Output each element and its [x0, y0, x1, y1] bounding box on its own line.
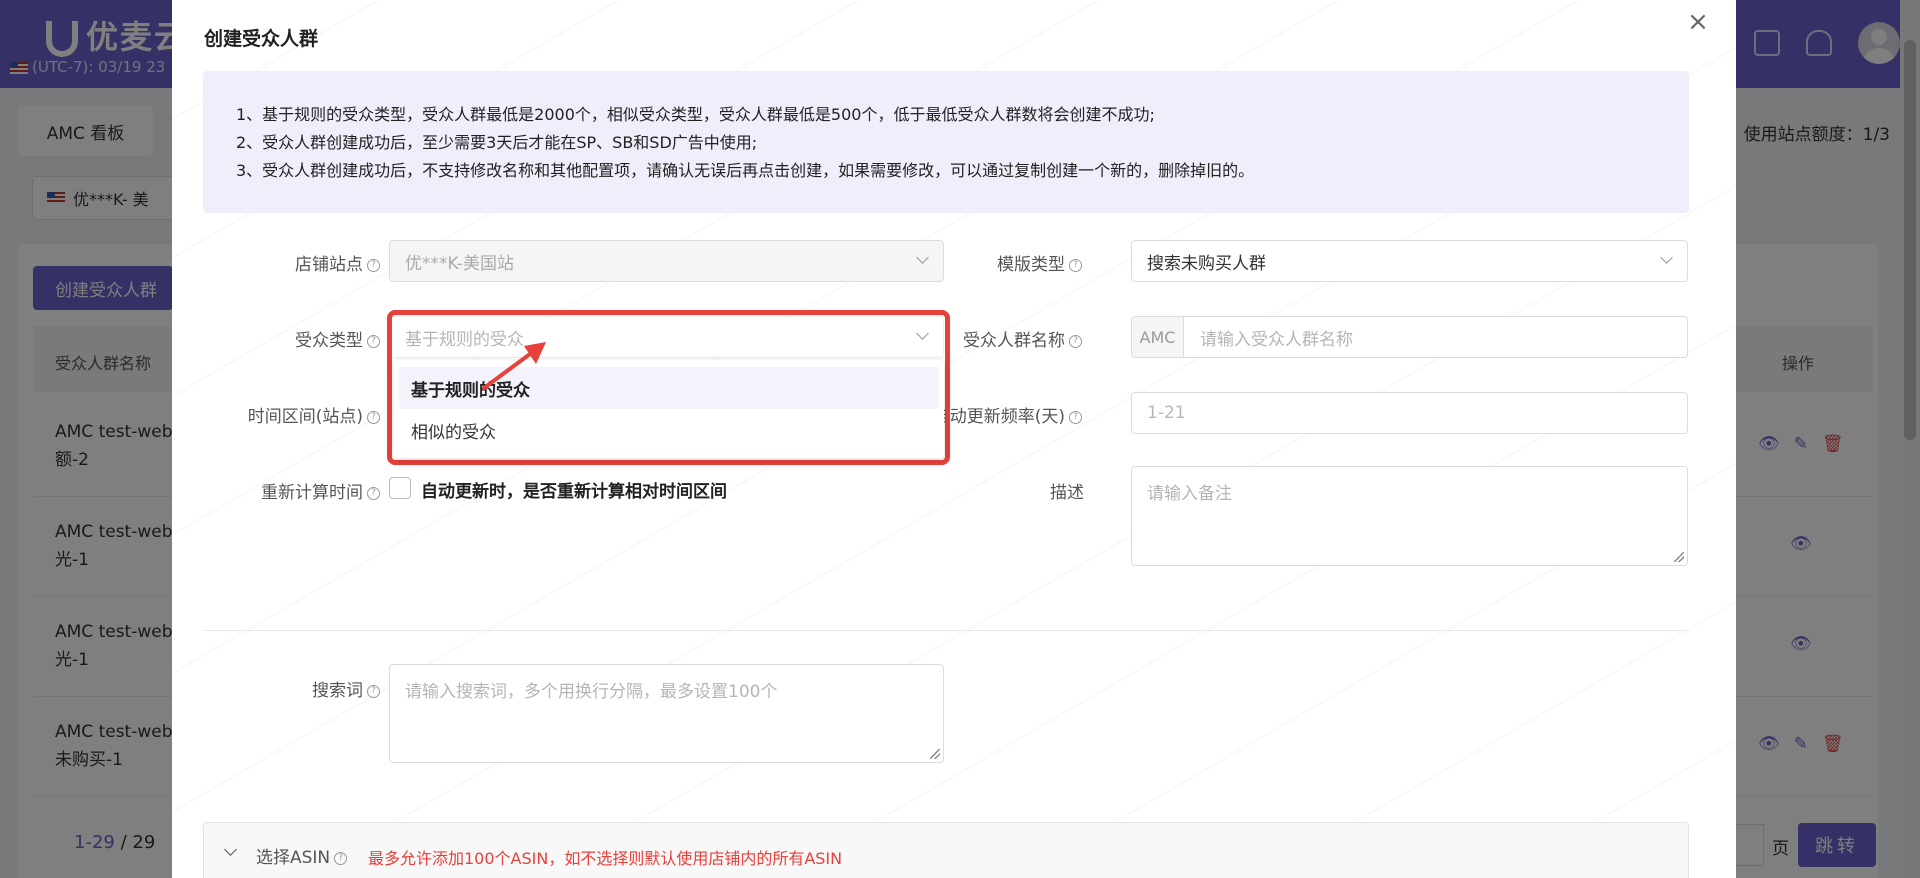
help-icon[interactable]: ?: [1069, 410, 1082, 424]
notice-line: 2、受众人群创建成功后，至少需要3天后才能在SP、SB和SD广告中使用;: [236, 133, 758, 152]
description-textarea[interactable]: 请输入备注: [1131, 466, 1688, 566]
help-icon[interactable]: ?: [1069, 334, 1082, 348]
amc-prefix-tag: AMC: [1132, 317, 1184, 357]
resize-handle[interactable]: [930, 749, 940, 759]
time-range-label: 时间区间(站点)?: [200, 402, 380, 427]
description-label: 描述: [1050, 483, 1084, 503]
recalc-checkbox-label[interactable]: 自动更新时，是否重新计算相对时间区间: [421, 477, 727, 502]
notice-line: 3、受众人群创建成功后，不支持修改名称和其他配置项，请确认无误后再点击创建，如果…: [236, 161, 1255, 180]
refresh-frequency-input[interactable]: 1-21: [1131, 392, 1688, 434]
dropdown-option-lookalike[interactable]: 相似的受众: [399, 409, 939, 451]
help-icon[interactable]: ?: [367, 258, 380, 272]
help-icon[interactable]: ?: [367, 684, 380, 698]
store-label: 店铺站点?: [240, 250, 380, 275]
help-icon[interactable]: ?: [1069, 258, 1082, 272]
help-icon[interactable]: ?: [334, 851, 348, 865]
section-divider: [203, 630, 1689, 631]
recalc-label: 重新计算时间?: [240, 478, 380, 503]
help-icon[interactable]: ?: [367, 410, 380, 424]
asin-warning: 最多允许添加100个ASIN，如不选择则默认使用店铺内的所有ASIN: [368, 849, 843, 868]
modal-title: 创建受众人群: [204, 28, 319, 50]
chevron-down-icon[interactable]: [224, 843, 237, 856]
asin-section[interactable]: 选择ASIN? 最多允许添加100个ASIN，如不选择则默认使用店铺内的所有AS…: [203, 822, 1689, 878]
audience-name-input[interactable]: AMC 请输入受众人群名称: [1131, 316, 1688, 358]
help-icon[interactable]: ?: [367, 334, 380, 348]
create-audience-modal: 创建受众人群 × 1、基于规则的受众类型，受众人群最低是2000个，相似受众类型…: [172, 0, 1736, 878]
notice-line: 1、基于规则的受众类型，受众人群最低是2000个，相似受众类型，受众人群最低是5…: [236, 105, 1155, 124]
asin-label: 选择ASIN?: [256, 843, 348, 868]
notice-box: 1、基于规则的受众类型，受众人群最低是2000个，相似受众类型，受众人群最低是5…: [203, 71, 1689, 213]
annotation-arrow-icon: [482, 342, 546, 390]
template-select[interactable]: 搜索未购买人群: [1131, 240, 1688, 282]
keyword-textarea[interactable]: 请输入搜索词，多个用换行分隔，最多设置100个: [389, 664, 944, 763]
close-icon[interactable]: ×: [1684, 8, 1712, 36]
chevron-down-icon: [1660, 251, 1673, 264]
audience-type-label: 受众类型?: [240, 326, 380, 351]
resize-handle[interactable]: [1674, 552, 1684, 562]
help-icon[interactable]: ?: [367, 486, 380, 500]
template-label: 模版类型?: [842, 250, 1082, 275]
keyword-label: 搜索词?: [240, 676, 380, 701]
recalc-checkbox[interactable]: [389, 477, 411, 499]
